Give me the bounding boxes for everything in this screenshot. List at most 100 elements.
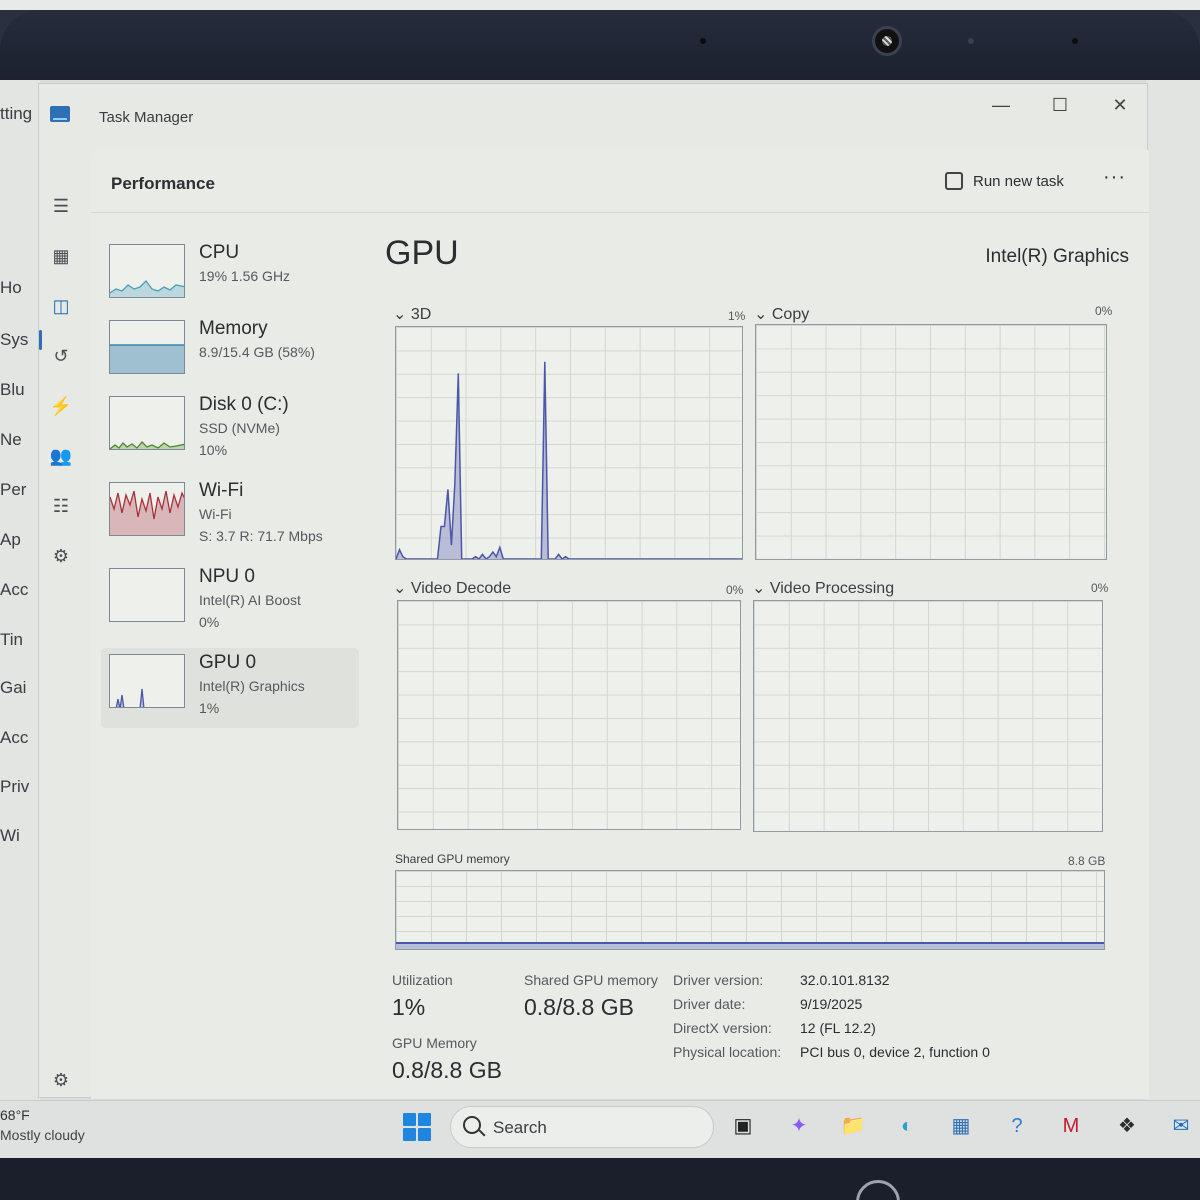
weather-description[interactable]: Mostly cloudy xyxy=(0,1127,85,1143)
run-new-task-button[interactable]: Run new task xyxy=(943,167,1064,197)
device-usage: S: 3.7 R: 71.7 Mbps xyxy=(199,528,323,544)
device-sparkline xyxy=(110,441,184,449)
taskbar: 68°F Mostly cloudy Search ▣ ✦ 📁 ◐ ▦? M ❖ ✉ xyxy=(0,1100,1200,1158)
settings-nav-item[interactable]: Blu xyxy=(0,380,25,400)
services-icon[interactable]: ⚙ xyxy=(47,542,75,570)
device-usage: 1% xyxy=(199,700,220,716)
device-thumbnail xyxy=(109,568,185,622)
shared-memory-graph-max: 8.8 GB xyxy=(1068,854,1106,868)
settings-nav-item[interactable]: Acc xyxy=(0,580,28,600)
close-button[interactable]: ✕ xyxy=(1100,90,1140,120)
device-disk-0-c[interactable]: Disk 0 (C:) SSD (NVMe) 10% xyxy=(101,390,359,470)
hamburger-menu-icon[interactable]: ☰ xyxy=(47,192,75,220)
device-name: GPU 0 xyxy=(199,652,257,673)
device-wi-fi[interactable]: Wi-Fi Wi-Fi S: 3.7 R: 71.7 Mbps xyxy=(101,476,359,556)
start-logo-tile xyxy=(403,1128,416,1141)
more-options-button[interactable]: ··· xyxy=(1103,166,1126,189)
header-divider xyxy=(91,212,1149,213)
settings-nav-item[interactable]: Ho xyxy=(0,278,22,298)
weather-temperature[interactable]: 68°F xyxy=(0,1107,30,1123)
driver-version-value: 32.0.101.8132 xyxy=(800,972,890,988)
app-history-icon[interactable]: ↺ xyxy=(47,342,75,370)
device-sparkline xyxy=(110,280,184,297)
settings-icon[interactable]: ⚙ xyxy=(47,1066,75,1094)
active-indicator xyxy=(39,330,42,350)
edge-icon[interactable]: ◐ xyxy=(892,1111,922,1141)
device-detail: Intel(R) Graphics xyxy=(199,678,305,694)
utilization-label: Utilization xyxy=(392,972,453,988)
settings-nav-item[interactable]: tting xyxy=(0,104,32,124)
device-memory[interactable]: Memory 8.9/15.4 GB (58%) xyxy=(101,314,359,394)
settings-nav-item[interactable]: Ne xyxy=(0,430,22,450)
engine-copy-selector[interactable]: ⌄ Copy xyxy=(754,304,809,324)
settings-window-right xyxy=(1146,80,1200,1100)
physical-location-key: Physical location: xyxy=(673,1044,782,1060)
shared-gpu-memory-value: 0.8/8.8 GB xyxy=(524,994,634,1020)
title-bar[interactable]: Task Manager — ☐ ✕ xyxy=(39,84,1149,140)
gpu-memory-value: 0.8/8.8 GB xyxy=(392,1057,502,1083)
file-explorer-icon[interactable]: 📁 xyxy=(838,1111,868,1141)
engine-video-decode-label: Video Decode xyxy=(410,580,512,597)
bezel-edge xyxy=(0,10,1200,80)
settings-nav-item[interactable]: Tin xyxy=(0,630,23,650)
window-title: Task Manager xyxy=(99,109,194,126)
task-view-icon[interactable]: ▣ xyxy=(728,1111,758,1141)
settings-nav-item[interactable]: Gai xyxy=(0,678,26,698)
gpu-model: Intel(R) Graphics xyxy=(985,246,1129,267)
start-button[interactable] xyxy=(403,1113,431,1141)
start-logo-tile xyxy=(418,1113,431,1126)
settings-nav-item[interactable]: Wi xyxy=(0,826,20,846)
device-sparkline xyxy=(110,490,184,535)
engine-video-processing-graph xyxy=(753,600,1103,832)
device-name: Disk 0 (C:) xyxy=(199,394,289,415)
store-icon[interactable]: ▦ xyxy=(946,1111,976,1141)
startup-apps-icon[interactable]: ⚡ xyxy=(47,392,75,420)
search-placeholder: Search xyxy=(493,1118,547,1137)
settings-nav-item[interactable]: Acc xyxy=(0,728,28,748)
directx-version-value: 12 (FL 12.2) xyxy=(800,1020,876,1036)
engine-3d-selector[interactable]: ⌄ 3D xyxy=(393,304,431,324)
dropbox-icon[interactable]: ❖ xyxy=(1112,1111,1142,1141)
shared-memory-graph xyxy=(395,870,1105,950)
device-detail: Wi-Fi xyxy=(199,506,232,522)
maximize-button[interactable]: ☐ xyxy=(1040,90,1080,120)
utilization-value: 1% xyxy=(392,994,426,1020)
device-sparkline xyxy=(110,569,185,622)
device-thumbnail xyxy=(109,654,185,708)
engine-video-processing-selector[interactable]: ⌄ Video Processing xyxy=(752,578,894,598)
device-gpu-0[interactable]: GPU 0 Intel(R) Graphics 1% xyxy=(101,648,359,728)
laptop-bezel-top xyxy=(0,0,1200,80)
performance-page: Performance Run new task ··· CPU 19% 1.56… xyxy=(91,150,1149,1099)
taskbar-search[interactable]: Search xyxy=(450,1106,714,1148)
engine-video-decode-selector[interactable]: ⌄ Video Decode xyxy=(393,578,511,598)
settings-nav-item[interactable]: Sys xyxy=(0,330,28,350)
device-thumbnail xyxy=(109,244,185,298)
webcam xyxy=(872,26,902,56)
sensor-dot xyxy=(1072,38,1078,44)
settings-nav-item[interactable]: Per xyxy=(0,480,26,500)
run-new-task-label: Run new task xyxy=(973,173,1064,190)
help-icon[interactable]: ? xyxy=(1002,1111,1032,1141)
minimize-button[interactable]: — xyxy=(981,90,1021,120)
processes-icon[interactable]: ▦ xyxy=(47,242,75,270)
device-npu-0[interactable]: NPU 0 Intel(R) AI Boost 0% xyxy=(101,562,359,642)
gpu-memory-label: GPU Memory xyxy=(392,1035,477,1051)
details-icon[interactable]: ☷ xyxy=(47,492,75,520)
users-icon[interactable]: 👥 xyxy=(47,442,75,470)
task-manager-app-icon xyxy=(50,106,70,122)
device-sparkline xyxy=(110,344,184,373)
device-thumbnail xyxy=(109,320,185,374)
performance-icon[interactable]: ◫ xyxy=(47,292,75,320)
outlook-icon[interactable]: ✉ xyxy=(1166,1111,1196,1141)
search-icon xyxy=(463,1116,481,1134)
settings-nav-item[interactable]: Ap xyxy=(0,530,21,550)
copilot-icon[interactable]: ✦ xyxy=(784,1111,814,1141)
device-name: Wi-Fi xyxy=(199,480,244,501)
device-detail: 8.9/15.4 GB (58%) xyxy=(199,344,315,360)
device-cpu[interactable]: CPU 19% 1.56 GHz xyxy=(101,238,359,318)
device-sparkline xyxy=(115,688,145,707)
engine-copy-pct: 0% xyxy=(1095,304,1113,318)
mcafee-icon[interactable]: M xyxy=(1056,1111,1086,1141)
device-name: CPU xyxy=(199,242,240,263)
settings-nav-item[interactable]: Priv xyxy=(0,777,29,797)
